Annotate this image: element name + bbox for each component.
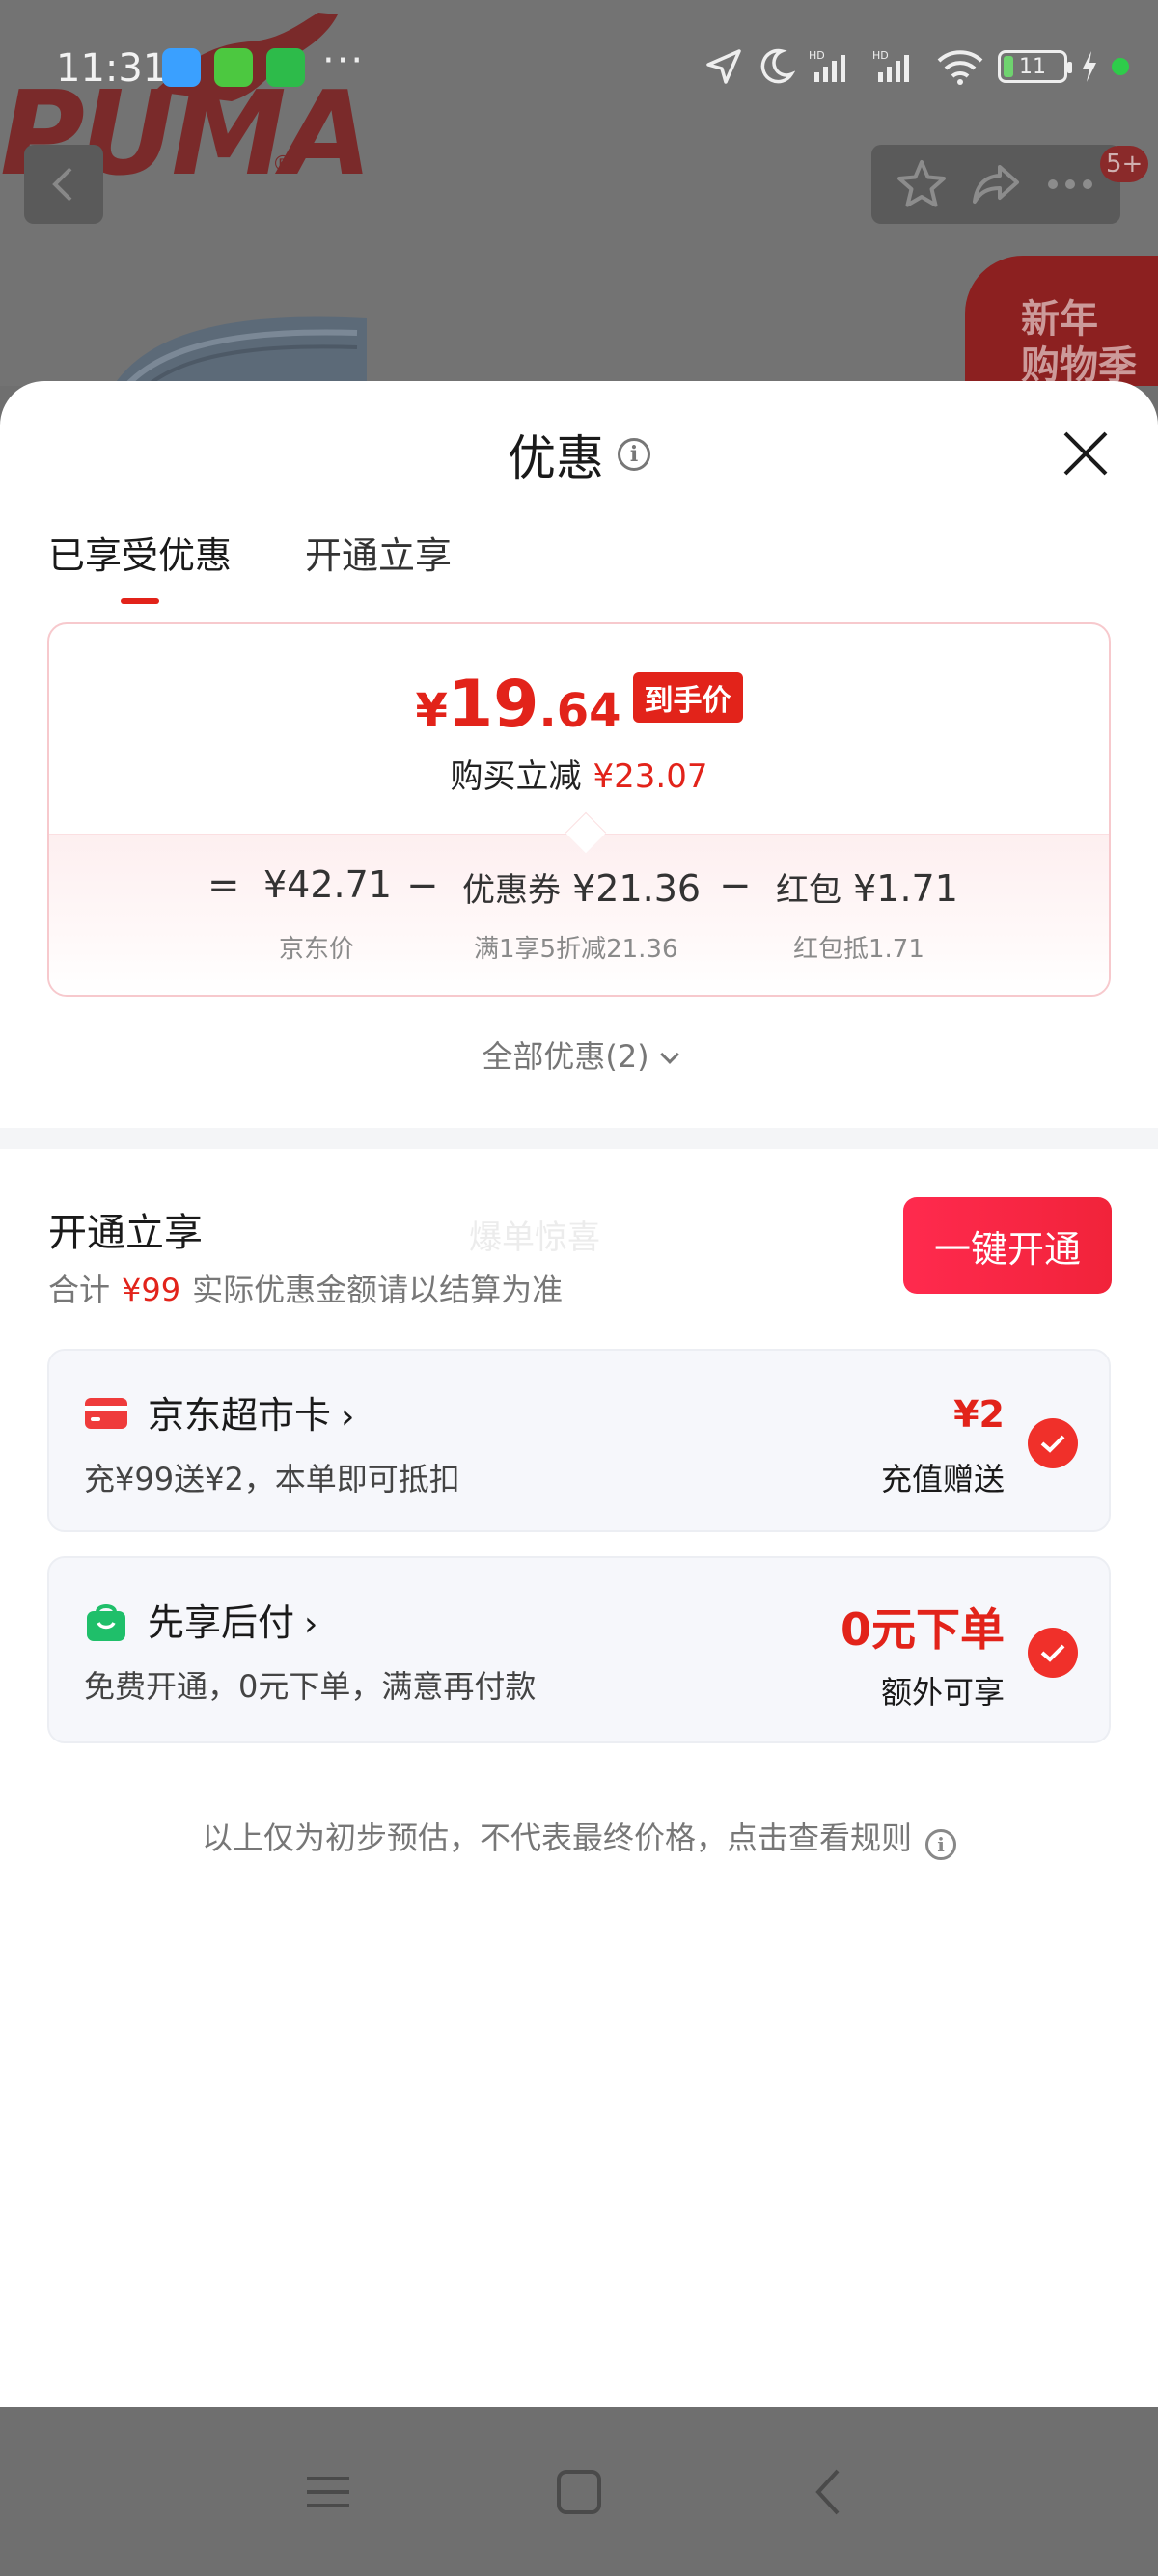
product-image [113,316,367,386]
instant-discount-amount: ¥23.07 [593,757,708,796]
promo-line-2: 购物季 [1021,343,1137,386]
service-description: 免费开通，0元下单，满意再付款 [84,1668,537,1705]
tab-enjoyed-offers[interactable]: 已享受优惠 [48,526,232,604]
service-card-supermarket[interactable]: 京东超市卡 › 充¥99送¥2，本单即可抵扣 ¥2 充值赠送 [47,1349,1111,1532]
open-section-subtitle: 合计 ¥99 实际优惠金额请以结算为准 [48,1272,564,1308]
shopping-bag-icon [87,1604,125,1641]
one-click-open-button[interactable]: 一键开通 [903,1197,1112,1294]
info-icon[interactable]: i [618,438,650,471]
jd-price: ¥42.71 [263,863,392,906]
cloud-app-icon [162,48,201,87]
all-offers-toggle[interactable]: 全部优惠(2) [0,1032,1158,1077]
info-icon[interactable]: i [925,1829,956,1860]
red-packet-rule: 红包抵1.71 [793,935,924,964]
tab-bar: 已享受优惠 开通立享 [48,526,452,604]
moon-icon [760,48,795,84]
service-value: 0元下单 [840,1603,1005,1656]
system-nav-bar [0,2407,1158,2576]
notification-badge: 5+ [1100,146,1149,182]
battery-app-icon [214,48,253,87]
final-price-section: ¥19.64 到手价 购买立减 ¥23.07 [49,624,1109,834]
home-icon[interactable] [552,2465,606,2519]
svg-text:HD: HD [809,49,825,62]
promo-banner: 新年 购物季 [965,256,1158,386]
share-icon[interactable] [969,157,1023,211]
sheet-header: 优惠 i [0,420,1158,489]
service-card-pay-later[interactable]: 先享后付 › 免费开通，0元下单，满意再付款 0元下单 额外可享 [47,1556,1111,1743]
more-icon[interactable] [1043,157,1097,211]
wifi-icon [937,50,983,85]
price-breakdown: = ¥42.71 − 优惠券 ¥21.36 − 红包 ¥1.71 京东价 满1享… [49,834,1109,995]
location-icon [706,49,741,84]
price-summary-card: ¥19.64 到手价 购买立减 ¥23.07 = ¥42.71 − 优惠券 ¥21… [47,622,1111,997]
red-packet-discount: 红包 ¥1.71 [776,867,958,910]
total-amount: ¥99 [122,1272,181,1308]
status-time: 11:31 [56,46,168,91]
chevron-down-icon [659,1045,679,1064]
battery-icon: 11 [998,50,1072,83]
status-indicators: HD HD 11 [704,42,1129,91]
status-more-icon: ··· [322,39,366,83]
back-button[interactable] [24,145,103,224]
watermark-text: 爆单惊喜 [469,1219,600,1257]
equals-sign: = [207,863,240,908]
page-toolbar [871,145,1120,224]
check-icon[interactable] [1028,1628,1078,1678]
charging-icon [1083,51,1096,82]
signal-hd-icon: HD [872,49,909,82]
back-icon[interactable] [803,2465,857,2519]
battery-level: 11 [1019,54,1046,79]
coupon-rule: 满1享5折减21.36 [474,935,678,964]
service-name[interactable]: 京东超市卡 › [148,1385,354,1439]
chevron-left-icon [52,167,72,202]
open-section-title: 开通立享 [48,1211,203,1255]
jd-price-label: 京东价 [279,935,355,964]
service-value-label: 额外可享 [880,1674,1005,1711]
wechat-icon [266,48,305,87]
sheet-title: 优惠 [508,430,604,486]
final-price: ¥19.64 [415,667,621,743]
signal-hd-icon: HD [809,49,845,82]
tab-open-to-enjoy[interactable]: 开通立享 [305,526,452,604]
service-description: 充¥99送¥2，本单即可抵扣 [84,1461,460,1497]
registered-mark: ® [272,152,293,177]
check-icon[interactable] [1028,1418,1078,1468]
instant-discount: 购买立减 ¥23.07 [450,757,708,796]
minus-sign: − [406,863,439,908]
menu-icon[interactable] [301,2465,355,2519]
promo-line-1: 新年 [1021,297,1098,342]
coupon-discount: 优惠券 ¥21.36 [462,867,702,910]
privacy-indicator-dot [1112,58,1129,75]
card-icon [85,1398,127,1429]
status-bar: 11:31 ··· HD HD 11 [0,0,1158,135]
svg-text:HD: HD [872,49,889,62]
service-value-label: 充值赠送 [880,1461,1005,1497]
service-value: ¥2 [953,1393,1005,1436]
star-icon[interactable] [895,157,949,211]
minus-sign: − [719,863,752,908]
service-name[interactable]: 先享后付 › [148,1593,317,1646]
close-icon[interactable] [1060,427,1112,480]
discount-sheet: 优惠 i 已享受优惠 开通立享 ¥19.64 到手价 购买立减 ¥23.07 = … [0,381,1158,2407]
section-divider [0,1128,1158,1149]
final-price-tag: 到手价 [632,672,743,723]
price-rule-footnote[interactable]: 以上仅为初步预估，不代表最终价格，点击查看规则 i [0,1814,1158,1860]
